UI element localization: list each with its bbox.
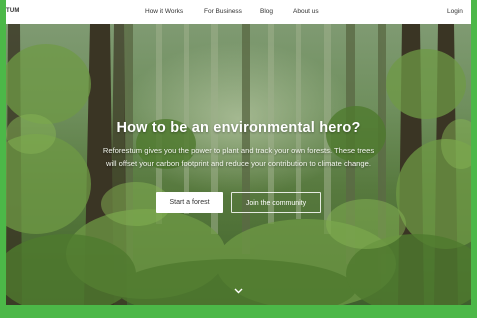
- hero-subtitle: Reforestum gives you the power to plant …: [102, 146, 375, 168]
- chevron-down-icon[interactable]: [234, 288, 243, 294]
- brand-logo[interactable]: TUM: [6, 8, 20, 14]
- nav-link-for-business[interactable]: For Business: [204, 8, 242, 15]
- hero-title: How to be an environmental hero?: [116, 120, 361, 136]
- join-community-button[interactable]: Join the community: [231, 192, 321, 213]
- start-forest-button[interactable]: Start a forest: [156, 192, 223, 213]
- nav-link-how-it-works[interactable]: How it Works: [145, 8, 183, 15]
- browser-viewport: TUM How it Works For Business Blog About…: [6, 0, 471, 305]
- hero-content: How to be an environmental hero? Refores…: [6, 120, 471, 170]
- login-link[interactable]: Login: [447, 8, 463, 15]
- nav-link-about-us[interactable]: About us: [293, 8, 319, 15]
- top-navbar: TUM How it Works For Business Blog About…: [6, 0, 471, 24]
- hero-cta-row: Start a forest Join the community: [6, 192, 471, 214]
- hero-section: How to be an environmental hero? Refores…: [6, 24, 471, 305]
- nav-link-blog[interactable]: Blog: [260, 8, 273, 15]
